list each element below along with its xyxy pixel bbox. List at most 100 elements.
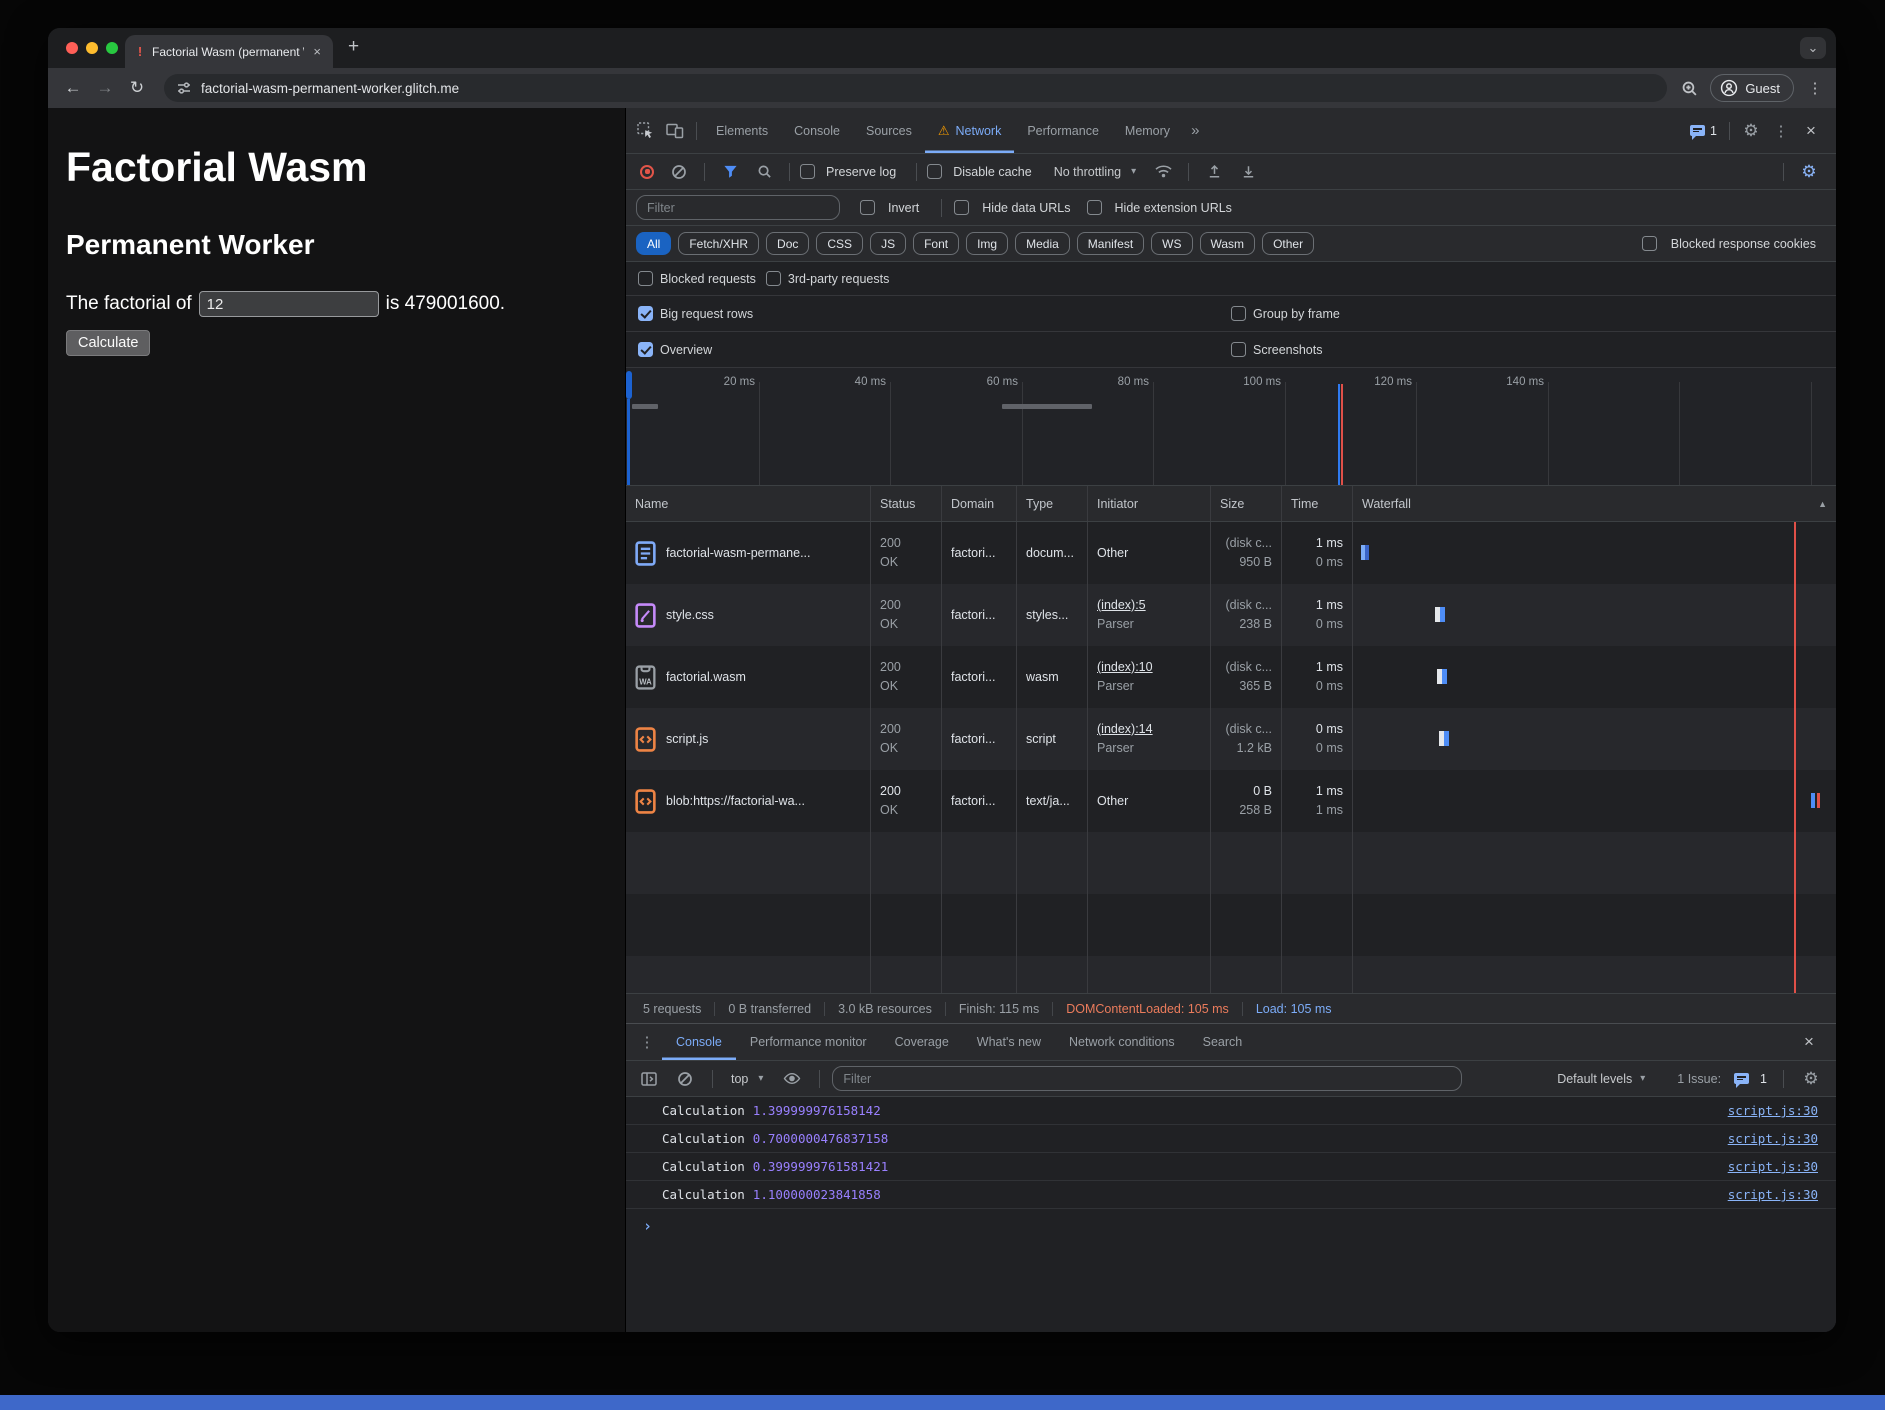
inspect-element-icon[interactable] [630, 116, 660, 146]
group-by-frame-checkbox[interactable] [1231, 306, 1246, 321]
chip-wasm[interactable]: Wasm [1200, 232, 1256, 255]
new-tab-button[interactable]: + [348, 37, 359, 57]
console-sidebar-icon[interactable] [634, 1064, 664, 1094]
source-link[interactable]: script.js:30 [1728, 1131, 1818, 1146]
table-row-blob[interactable]: blob:https://factorial-wa... 200OK facto… [626, 770, 1836, 832]
hide-data-urls-checkbox[interactable] [954, 200, 969, 215]
console-prompt[interactable]: › [626, 1209, 1836, 1235]
throttling-select[interactable]: No throttling [1054, 165, 1121, 179]
export-har-icon[interactable] [1233, 157, 1263, 187]
search-icon[interactable] [749, 157, 779, 187]
overview-checkbox[interactable] [638, 342, 653, 357]
drawer-tab-console[interactable]: Console [662, 1024, 736, 1060]
column-header-waterfall[interactable]: Waterfall ▲ [1353, 486, 1836, 521]
table-row-stylesheet[interactable]: style.css 200OK factori... styles... (in… [626, 584, 1836, 646]
blocked-response-cookies-checkbox[interactable] [1642, 236, 1657, 251]
preserve-log-checkbox[interactable] [800, 164, 815, 179]
tab-console[interactable]: Console [781, 108, 853, 153]
site-settings-icon[interactable] [176, 80, 192, 96]
import-har-icon[interactable] [1199, 157, 1229, 187]
minimize-window-button[interactable] [86, 42, 98, 54]
issue-label[interactable]: 1 Issue: [1677, 1072, 1721, 1086]
drawer-tab-coverage[interactable]: Coverage [881, 1024, 963, 1060]
column-header-initiator[interactable]: Initiator [1088, 486, 1211, 521]
live-expression-eye-icon[interactable] [777, 1064, 807, 1094]
column-header-type[interactable]: Type [1017, 486, 1088, 521]
console-filter-input[interactable] [832, 1066, 1462, 1091]
source-link[interactable]: script.js:30 [1728, 1103, 1818, 1118]
console-settings-icon[interactable]: ⚙ [1796, 1064, 1826, 1094]
browser-menu-button[interactable]: ⋮ [1806, 79, 1824, 97]
column-header-domain[interactable]: Domain [942, 486, 1017, 521]
table-row-wasm[interactable]: WA factorial.wasm 200OK factori... wasm … [626, 646, 1836, 708]
close-window-button[interactable] [66, 42, 78, 54]
clear-console-icon[interactable] [670, 1064, 700, 1094]
more-tabs-button[interactable]: » [1183, 122, 1207, 139]
network-filter-input[interactable] [636, 195, 840, 220]
clear-network-log-icon[interactable] [664, 157, 694, 187]
tab-close-icon[interactable]: × [311, 44, 323, 59]
chip-ws[interactable]: WS [1151, 232, 1192, 255]
tab-network[interactable]: ⚠ Network [925, 108, 1015, 153]
tab-sources[interactable]: Sources [853, 108, 925, 153]
zoom-window-button[interactable] [106, 42, 118, 54]
table-row-document[interactable]: factorial-wasm-permane... 200OK factori.… [626, 522, 1836, 584]
browser-tab[interactable]: ! Factorial Wasm (permanent W × [125, 35, 333, 68]
issues-icon[interactable] [1734, 1073, 1749, 1084]
overview-range-handle[interactable] [626, 371, 632, 399]
reload-button[interactable]: ↻ [124, 78, 150, 98]
network-conditions-icon[interactable] [1148, 157, 1178, 187]
column-header-name[interactable]: Name [626, 486, 871, 521]
chip-img[interactable]: Img [966, 232, 1008, 255]
chip-media[interactable]: Media [1015, 232, 1070, 255]
devtools-close-icon[interactable]: × [1796, 116, 1826, 146]
tab-performance[interactable]: Performance [1014, 108, 1112, 153]
chip-manifest[interactable]: Manifest [1077, 232, 1144, 255]
column-header-time[interactable]: Time [1282, 486, 1353, 521]
network-overview-timeline[interactable]: 20 ms 40 ms 60 ms 80 ms 100 ms 120 ms 14… [626, 368, 1836, 486]
tab-memory[interactable]: Memory [1112, 108, 1183, 153]
calculate-button[interactable]: Calculate [66, 330, 150, 356]
back-button[interactable]: ← [60, 78, 86, 98]
chip-other[interactable]: Other [1262, 232, 1314, 255]
column-header-status[interactable]: Status [871, 486, 942, 521]
tab-search-button[interactable]: ⌄ [1800, 37, 1826, 59]
screenshots-checkbox[interactable] [1231, 342, 1246, 357]
chip-fetch-xhr[interactable]: Fetch/XHR [678, 232, 759, 255]
factorial-input[interactable] [199, 291, 379, 317]
initiator-link[interactable]: (index):10 [1097, 658, 1201, 677]
address-bar[interactable]: factorial-wasm-permanent-worker.glitch.m… [164, 74, 1667, 102]
third-party-checkbox[interactable] [766, 271, 781, 286]
disable-cache-checkbox[interactable] [927, 164, 942, 179]
issues-counter-button[interactable]: 1 [1684, 124, 1723, 138]
zoom-page-icon[interactable] [1681, 80, 1698, 97]
devtools-menu-icon[interactable]: ⋮ [1766, 116, 1796, 146]
source-link[interactable]: script.js:30 [1728, 1159, 1818, 1174]
chip-css[interactable]: CSS [816, 232, 863, 255]
drawer-tab-whats-new[interactable]: What's new [963, 1024, 1055, 1060]
log-levels-select[interactable]: Default levels [1557, 1072, 1632, 1086]
blocked-requests-checkbox[interactable] [638, 271, 653, 286]
device-toolbar-icon[interactable] [660, 116, 690, 146]
chip-js[interactable]: JS [870, 232, 906, 255]
devtools-settings-icon[interactable]: ⚙ [1736, 116, 1766, 146]
drawer-menu-icon[interactable]: ⋮ [632, 1027, 662, 1057]
chip-doc[interactable]: Doc [766, 232, 809, 255]
initiator-link[interactable]: (index):14 [1097, 720, 1201, 739]
drawer-close-icon[interactable]: × [1794, 1027, 1824, 1057]
column-header-size[interactable]: Size [1211, 486, 1282, 521]
drawer-tab-performance-monitor[interactable]: Performance monitor [736, 1024, 881, 1060]
big-request-rows-checkbox[interactable] [638, 306, 653, 321]
table-row-script[interactable]: script.js 200OK factori... script (index… [626, 708, 1836, 770]
drawer-tab-search[interactable]: Search [1189, 1024, 1257, 1060]
tab-elements[interactable]: Elements [703, 108, 781, 153]
profile-button[interactable]: Guest [1710, 74, 1794, 102]
chip-font[interactable]: Font [913, 232, 959, 255]
drawer-tab-network-conditions[interactable]: Network conditions [1055, 1024, 1189, 1060]
record-network-log-button[interactable] [640, 165, 654, 179]
hide-extension-urls-checkbox[interactable] [1087, 200, 1102, 215]
source-link[interactable]: script.js:30 [1728, 1187, 1818, 1202]
execution-context-select[interactable]: top [731, 1072, 748, 1086]
invert-checkbox[interactable] [860, 200, 875, 215]
forward-button[interactable]: → [92, 78, 118, 98]
